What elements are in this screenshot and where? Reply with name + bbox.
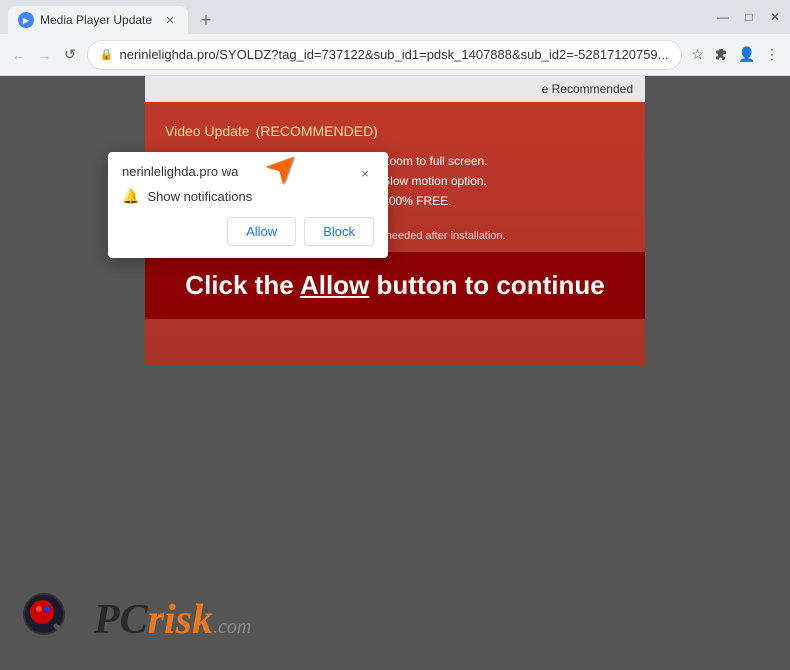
bookmark-button[interactable]: ☆ <box>690 42 706 68</box>
tab-strip: Media Player Update ✕ + <box>8 0 706 34</box>
minimize-button[interactable]: — <box>716 10 730 24</box>
extensions-button[interactable] <box>714 42 730 68</box>
title-bar: Media Player Update ✕ + — □ ✕ <box>0 0 790 34</box>
cta-suffix: button to continue <box>377 270 605 300</box>
risk-text: risk <box>148 597 213 643</box>
page-content: nerinlelighda.pro wa × 🔔 Show notificati… <box>0 76 790 670</box>
browser-window: Media Player Update ✕ + — □ ✕ ← → ↺ 🔒 ne… <box>0 0 790 670</box>
lock-icon: 🔒 <box>100 48 114 61</box>
block-button[interactable]: Block <box>304 217 374 246</box>
browser-tab[interactable]: Media Player Update ✕ <box>8 6 188 34</box>
com-text: .com <box>213 616 251 638</box>
notification-label: Show notifications <box>147 189 252 204</box>
ad-cta: Click the Allow button to continue <box>145 252 645 319</box>
popup-site-name: nerinlelighda.pro wa <box>122 164 356 179</box>
cta-prefix: Click the <box>185 270 293 300</box>
popup-header: nerinlelighda.pro wa × <box>122 164 374 182</box>
ad-title-main: ideo Update <box>174 123 250 139</box>
ad-header: e Recommended <box>145 76 645 102</box>
window-controls: — □ ✕ <box>706 10 782 24</box>
new-tab-button[interactable]: + <box>192 6 220 34</box>
pcrisk-logo-icon <box>20 590 80 650</box>
ad-title: Video Update (RECOMMENDED) <box>165 116 625 142</box>
reload-button[interactable]: ↺ <box>61 41 79 69</box>
bell-icon: 🔔 <box>122 188 139 205</box>
url-text: nerinlelighda.pro/SYOLDZ?tag_id=737122&s… <box>120 47 669 62</box>
ad-feature-4: Zoom to full screen. <box>375 154 488 168</box>
pc-text: PC <box>94 597 148 643</box>
menu-button[interactable]: ⋮ <box>764 42 780 68</box>
url-bar[interactable]: 🔒 nerinlelighda.pro/SYOLDZ?tag_id=737122… <box>87 40 682 70</box>
tab-close-button[interactable]: ✕ <box>162 12 178 28</box>
profile-button[interactable]: 👤 <box>738 42 755 68</box>
cta-allow-text: Allow <box>300 270 369 300</box>
forward-button[interactable]: → <box>36 41 54 69</box>
pcrisk-text: PCrisk.com <box>94 596 251 644</box>
back-button[interactable]: ← <box>10 41 28 69</box>
ad-header-text: e Recommended <box>542 82 633 96</box>
tab-favicon-icon <box>18 12 34 28</box>
pcrisk-logo: PCrisk.com <box>20 590 251 650</box>
ad-feature-6: 100% FREE. <box>375 194 488 208</box>
popup-close-button[interactable]: × <box>356 164 374 182</box>
close-window-button[interactable]: ✕ <box>768 10 782 24</box>
ad-title-v: V <box>165 123 174 139</box>
notification-row: 🔔 Show notifications <box>122 188 374 205</box>
maximize-button[interactable]: □ <box>742 10 756 24</box>
popup-buttons: Allow Block <box>122 217 374 246</box>
ad-recommended-badge: (RECOMMENDED) <box>256 123 378 139</box>
ad-feature-5: Slow motion option. <box>375 174 488 188</box>
ad-features-right: Zoom to full screen. Slow motion option.… <box>375 154 488 214</box>
address-bar: ← → ↺ 🔒 nerinlelighda.pro/SYOLDZ?tag_id=… <box>0 34 790 76</box>
allow-button[interactable]: Allow <box>227 217 296 246</box>
tab-title: Media Player Update <box>40 13 156 27</box>
notification-popup: nerinlelighda.pro wa × 🔔 Show notificati… <box>108 152 388 258</box>
